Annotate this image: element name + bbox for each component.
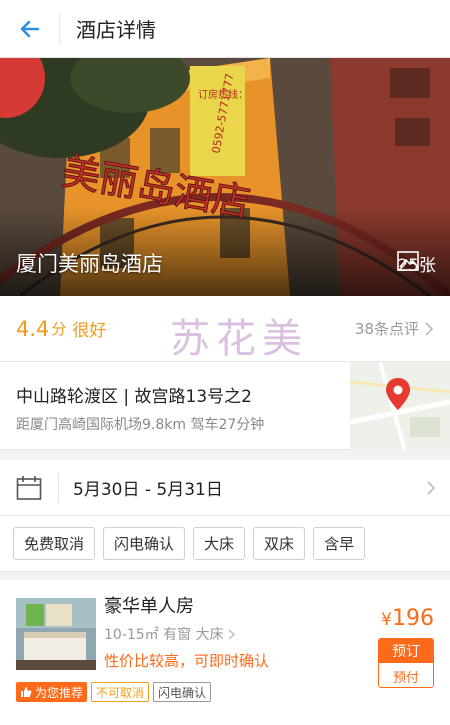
top-bar: 酒店详情	[0, 0, 450, 58]
room-name: 豪华单人房	[104, 596, 194, 617]
room-info[interactable]: 10-15㎡ 有窗 大床	[104, 624, 235, 644]
page-title: 酒店详情	[76, 18, 156, 42]
filter-flash-confirm[interactable]: 闪电确认	[103, 527, 186, 560]
book-button[interactable]: 预订 预付	[378, 638, 434, 688]
reviews-count: 38条点评	[354, 320, 419, 338]
stay-dates: 5月30日 - 5月31日	[73, 480, 223, 500]
recommend-tag-label: 为您推荐	[35, 685, 84, 700]
room-promo: 性价比较高，可即时确认	[104, 652, 270, 670]
rating-unit: 分	[51, 320, 67, 338]
chevron-right-icon	[425, 321, 434, 336]
chevron-right-icon	[427, 480, 436, 495]
thumbs-up-icon	[21, 687, 32, 697]
image-icon	[397, 251, 420, 271]
flash-confirm-tag: 闪电确认	[153, 682, 212, 702]
hotel-name: 厦门美丽岛酒店	[16, 252, 163, 276]
filter-king-bed[interactable]: 大床	[193, 527, 246, 560]
filter-breakfast[interactable]: 含早	[313, 527, 366, 560]
room-card[interactable]: 豪华单人房 10-15㎡ 有窗 大床 性价比较高，可即时确认 ¥196 预订 预…	[0, 580, 450, 725]
room-image	[16, 598, 96, 670]
map-image	[350, 362, 450, 450]
price-value: 196	[392, 606, 434, 631]
filter-free-cancel[interactable]: 免费取消	[13, 527, 96, 560]
date-selector[interactable]: 5月30日 - 5月31日	[0, 460, 450, 516]
room-photo[interactable]	[16, 598, 96, 670]
room-tags: 为您推荐 不可取消 闪电确认	[16, 682, 212, 702]
rating-comment: 很好	[72, 321, 107, 341]
divider	[58, 472, 59, 503]
airport-distance: 距厦门高崎国际机场9.8km 驾车27分钟	[16, 417, 265, 433]
image-watermark: 苏花美	[170, 316, 308, 362]
address-text: 中山路轮渡区 | 故宫路13号之2	[16, 387, 252, 407]
calendar-icon	[16, 474, 44, 502]
arrow-left-icon	[20, 20, 39, 37]
filter-twin-bed[interactable]: 双床	[253, 527, 306, 560]
hotel-photo[interactable]: 订房热线： 0592-5771777 美丽岛酒店 厦门美丽岛酒店 25张	[0, 58, 450, 296]
no-cancel-tag: 不可取消	[91, 682, 150, 702]
rating-row[interactable]: 4.4 分 很好 苏花美 38条点评	[0, 296, 450, 362]
prepay-label: 预付	[379, 663, 433, 687]
room-price: ¥196	[381, 606, 434, 631]
reviews-link[interactable]: 38条点评	[355, 318, 434, 339]
map-thumbnail[interactable]	[350, 362, 450, 450]
back-button[interactable]	[0, 13, 60, 44]
book-label: 预订	[379, 639, 433, 663]
recommend-tag: 为您推荐	[16, 682, 88, 702]
room-info-text: 10-15㎡ 有窗 大床	[104, 627, 224, 643]
photo-count-button[interactable]: 25张	[397, 251, 436, 276]
chevron-right-icon	[228, 628, 235, 640]
rating-score: 4.4	[16, 316, 50, 341]
address-section[interactable]: 中山路轮渡区 | 故宫路13号之2 距厦门高崎国际机场9.8km 驾车27分钟	[0, 362, 450, 450]
room-filters: 免费取消 闪电确认 大床 双床 含早	[0, 516, 450, 572]
currency-symbol: ¥	[381, 610, 392, 630]
